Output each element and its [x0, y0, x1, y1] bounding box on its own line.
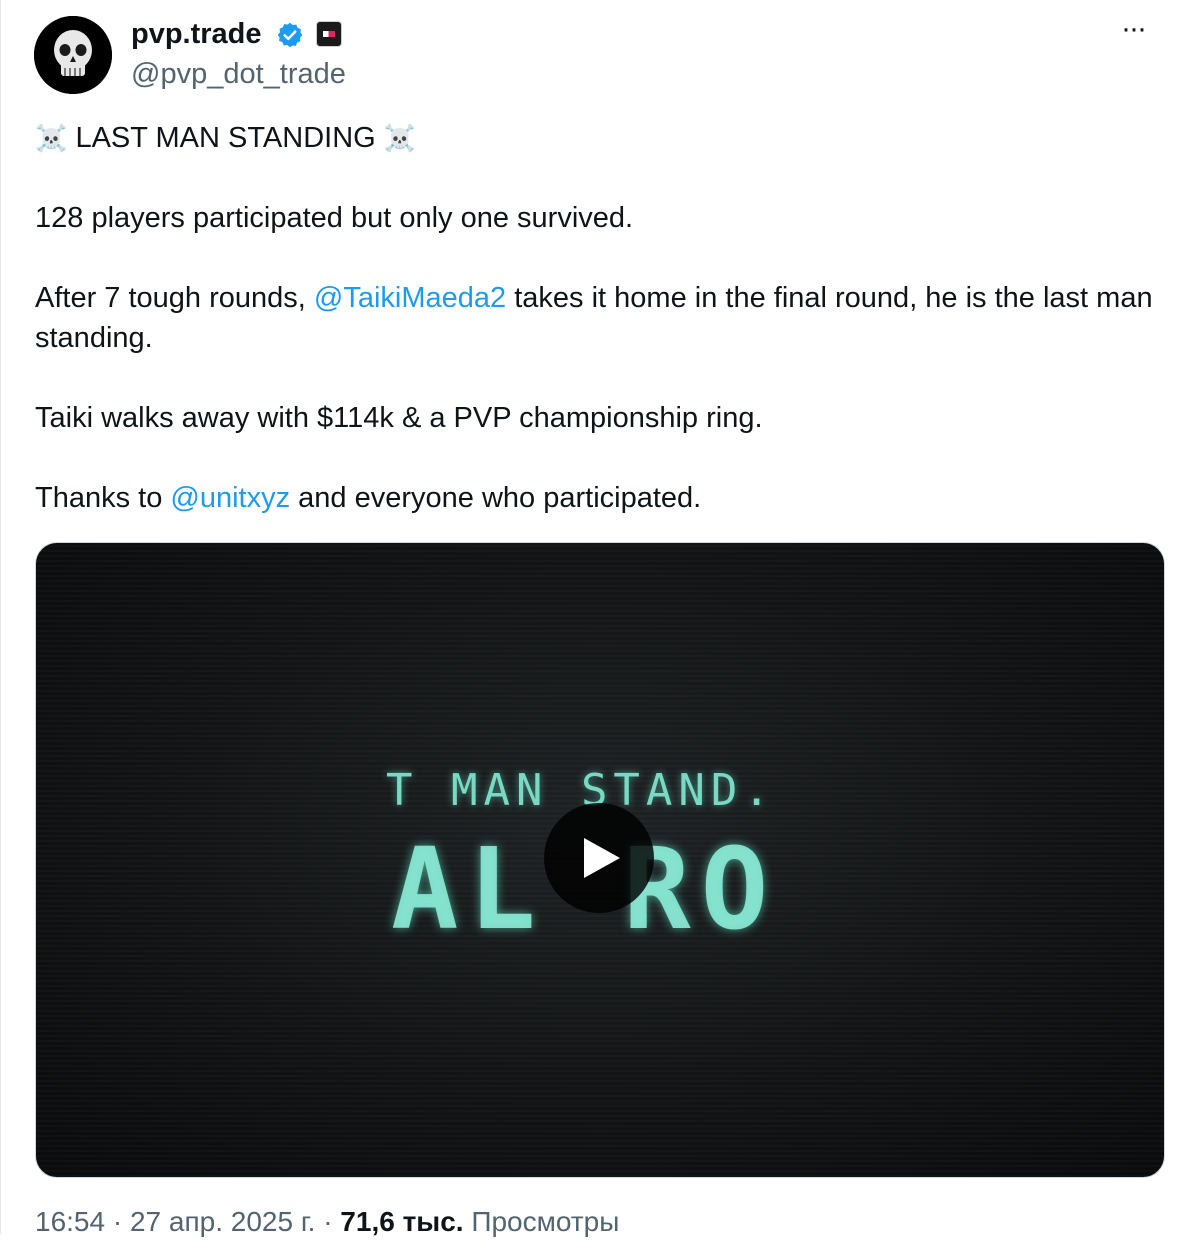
separator: ·	[323, 1206, 333, 1237]
post-time[interactable]: 16:54	[35, 1206, 105, 1237]
post-date[interactable]: 27 апр. 2025 г.	[130, 1206, 315, 1237]
skull-emoji-icon: ☠️	[35, 123, 68, 153]
separator: ·	[112, 1206, 123, 1237]
display-name[interactable]: pvp.trade	[131, 16, 262, 52]
tweet-line-thanks: Thanks to @unitxyz and everyone who part…	[35, 478, 1165, 518]
mention-link[interactable]: @unitxyz	[170, 482, 290, 514]
skull-emoji-icon: ☠️	[383, 123, 417, 153]
mention-link[interactable]: @TaikiMaeda2	[314, 282, 506, 314]
more-options-icon[interactable]: ···	[1113, 14, 1153, 44]
tweet-card: pvp.trade @pvp_dot_trade ··· ☠️ LAST MAN…	[0, 0, 1190, 1237]
play-button[interactable]	[544, 803, 654, 913]
text-segment: and everyone who participated.	[298, 482, 702, 514]
tweet-line-players: 128 players participated but only one su…	[35, 202, 634, 234]
views-count: 71,6 тыс.	[340, 1206, 464, 1237]
tweet-text: ☠️ LAST MAN STANDING ☠️ 128 players part…	[35, 118, 1165, 518]
video-player[interactable]: T MAN STAND. AL RO	[35, 542, 1165, 1178]
tweet-title: LAST MAN STANDING	[75, 122, 376, 154]
affiliate-badge-icon[interactable]	[316, 21, 342, 47]
tweet-meta: 16:54 · 27 апр. 2025 г. · 71,6 тыс. Прос…	[35, 1204, 619, 1240]
tweet-line-rounds: After 7 tough rounds, @TaikiMaeda2 takes…	[35, 278, 1165, 358]
views-label: Просмотры	[471, 1206, 620, 1237]
verified-badge-icon[interactable]	[276, 21, 304, 49]
avatar[interactable]	[34, 16, 112, 94]
play-icon	[584, 838, 620, 878]
text-segment: Thanks to	[35, 482, 163, 514]
tweet-line-title: ☠️ LAST MAN STANDING ☠️	[35, 118, 1165, 158]
user-handle[interactable]: @pvp_dot_trade	[131, 56, 346, 92]
text-segment: After 7 tough rounds,	[35, 282, 306, 314]
tweet-line-prize: Taiki walks away with $114k & a PVP cham…	[35, 402, 763, 434]
